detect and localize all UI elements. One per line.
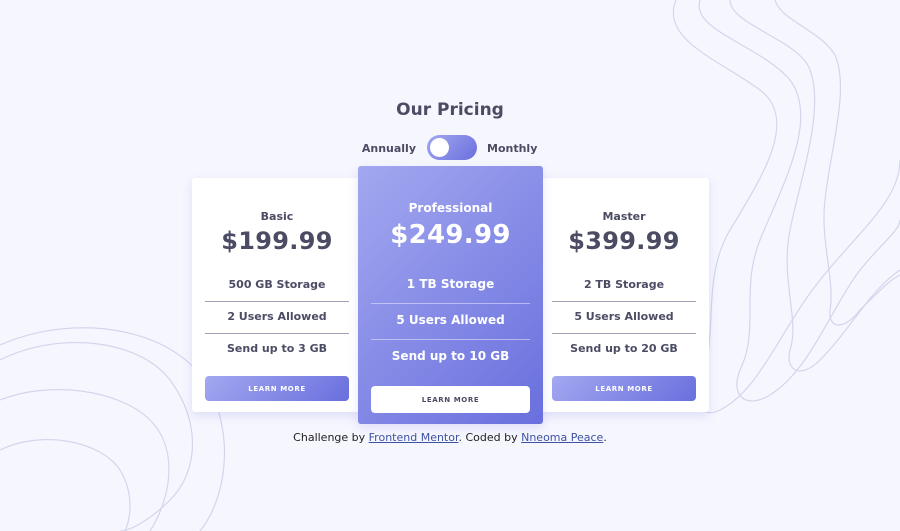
pricing-card-basic: Basic $199.99 500 GB Storage 2 Users All… <box>192 178 362 412</box>
monthly-label[interactable]: Monthly <box>487 142 537 155</box>
toggle-knob <box>430 138 449 157</box>
feature-item: 5 Users Allowed <box>371 304 530 340</box>
billing-toggle-row: Annually Monthly <box>0 135 900 161</box>
attribution-middle: . Coded by <box>458 431 522 444</box>
feature-item: Send up to 20 GB <box>570 342 678 355</box>
plan-price: $199.99 <box>221 227 333 255</box>
feature-list: 1 TB Storage 5 Users Allowed Send up to … <box>371 268 530 376</box>
feature-item: Send up to 10 GB <box>391 349 510 363</box>
learn-more-button-basic[interactable]: LEARN MORE <box>205 376 349 401</box>
attribution: Challenge by Frontend Mentor. Coded by N… <box>0 431 900 444</box>
pricing-card-master: Master $399.99 2 TB Storage 5 Users Allo… <box>539 178 709 412</box>
plan-price: $249.99 <box>390 220 511 250</box>
plan-name: Professional <box>408 201 493 215</box>
feature-list: 500 GB Storage 2 Users Allowed Send up t… <box>205 270 349 366</box>
pricing-card-professional: Professional $249.99 1 TB Storage 5 User… <box>358 166 543 424</box>
billing-period-toggle[interactable] <box>427 135 477 160</box>
author-link[interactable]: Nneoma Peace <box>521 431 603 444</box>
plan-name: Basic <box>260 210 294 223</box>
feature-item: Send up to 3 GB <box>227 342 327 355</box>
learn-more-button-professional[interactable]: LEARN MORE <box>371 386 530 413</box>
attribution-prefix: Challenge by <box>293 431 369 444</box>
feature-item: 5 Users Allowed <box>552 302 696 334</box>
attribution-suffix: . <box>603 431 607 444</box>
feature-item: 1 TB Storage <box>371 268 530 304</box>
feature-list: 2 TB Storage 5 Users Allowed Send up to … <box>552 270 696 366</box>
page-title: Our Pricing <box>396 100 504 120</box>
plan-name: Master <box>602 210 646 223</box>
feature-item: 500 GB Storage <box>205 270 349 302</box>
feature-item: 2 TB Storage <box>552 270 696 302</box>
learn-more-button-master[interactable]: LEARN MORE <box>552 376 696 401</box>
feature-item: 2 Users Allowed <box>205 302 349 334</box>
frontend-mentor-link[interactable]: Frontend Mentor <box>369 431 459 444</box>
annually-label[interactable]: Annually <box>362 142 416 155</box>
plan-price: $399.99 <box>568 227 680 255</box>
